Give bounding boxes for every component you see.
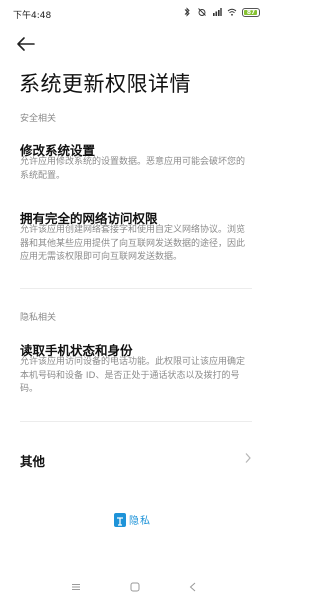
- menu-button[interactable]: [70, 581, 82, 593]
- menu-icon: [72, 584, 80, 590]
- section-header-security: 安全相关: [20, 114, 57, 124]
- permission-desc-modify-settings: 允许应用修改系统的设置数据。恶意应用可能会破坏您的系统配置。: [20, 157, 246, 181]
- battery-icon: 87: [242, 7, 260, 17]
- back-button[interactable]: [16, 36, 36, 52]
- status-icons: 87: [182, 7, 260, 17]
- other-row[interactable]: 其他: [0, 440, 270, 476]
- bluetooth-icon: [182, 7, 192, 17]
- status-bar: 下午4:48 87: [0, 0, 270, 28]
- permission-desc-phone-state: 允许该应用访问设备的电话功能。此权限可让该应用确定本机号码和设备 ID、是否正处…: [20, 357, 246, 394]
- status-time: 下午4:48: [13, 11, 52, 21]
- chevron-right-icon: [245, 453, 251, 463]
- privacy-logo-icon: [114, 512, 126, 527]
- nav-back-button[interactable]: [187, 581, 199, 593]
- alarm-off-icon: [197, 7, 207, 17]
- home-button[interactable]: [129, 581, 141, 593]
- privacy-badge: 隐私: [114, 512, 151, 527]
- battery-level: 87: [246, 8, 256, 16]
- navigation-bar: [0, 574, 270, 600]
- divider: [20, 421, 252, 422]
- back-triangle-icon: [189, 582, 196, 592]
- permission-desc-network-access: 允许该应用创建网络套接字和使用自定义网络协议。浏览器和其他某些应用提供了向互联网…: [20, 225, 246, 262]
- page-title: 系统更新权限详情: [19, 72, 191, 96]
- home-icon: [130, 582, 140, 592]
- signal-icon: [212, 7, 222, 17]
- section-header-privacy: 隐私相关: [20, 313, 57, 323]
- divider: [20, 288, 252, 289]
- arrow-left-icon: [17, 37, 35, 51]
- other-label: 其他: [20, 454, 46, 469]
- privacy-badge-text: 隐私: [129, 516, 151, 527]
- wifi-icon: [227, 7, 237, 17]
